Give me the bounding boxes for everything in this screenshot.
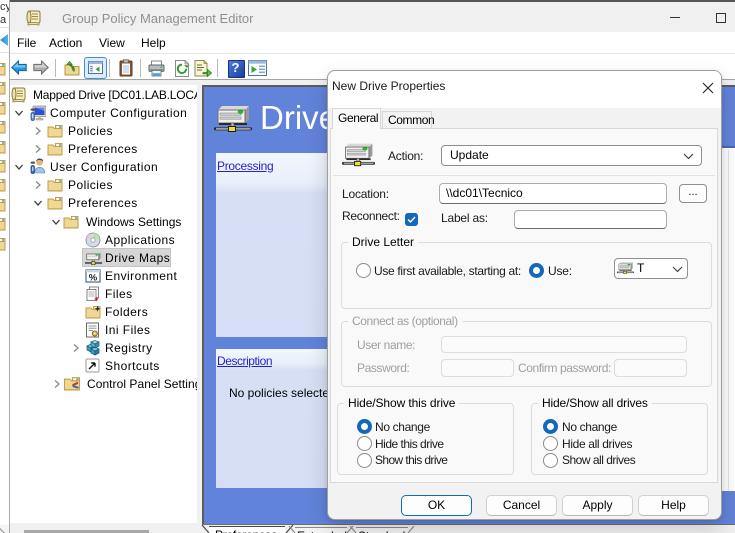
svg-text:%: % — [89, 273, 98, 284]
